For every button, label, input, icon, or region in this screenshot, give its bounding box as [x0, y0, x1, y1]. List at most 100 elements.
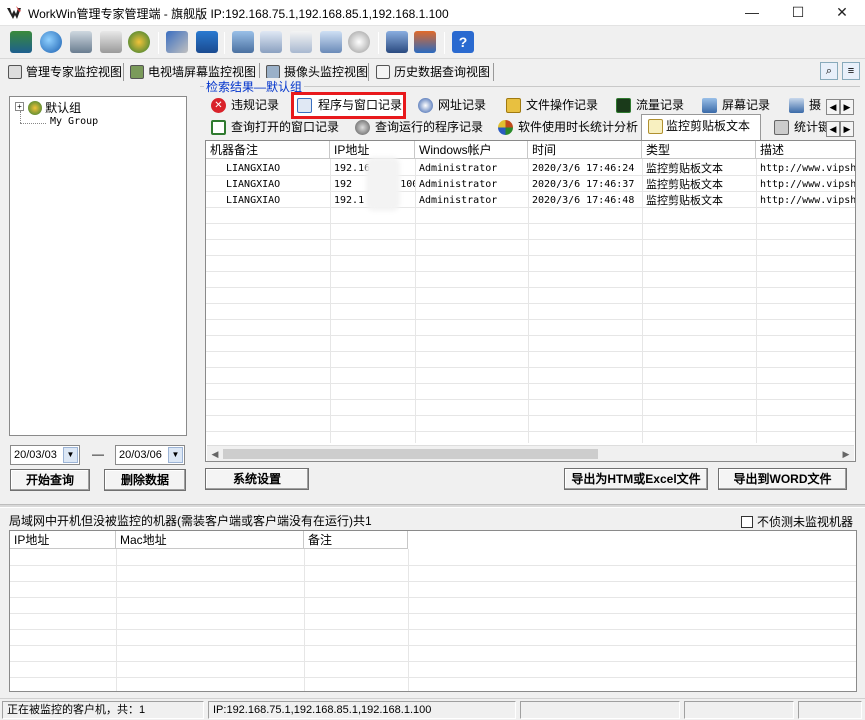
tab-keyboard-stats[interactable]: 统计键: [770, 117, 826, 139]
view-tab-monitor[interactable]: 管理专家监控视图: [6, 62, 122, 82]
column-header[interactable]: Windows帐户: [415, 141, 528, 159]
close-button[interactable]: ✕: [819, 0, 865, 26]
tab-label: 程序与窗口记录: [318, 98, 403, 112]
users-icon[interactable]: [128, 31, 150, 53]
tab-scroll-right-icon[interactable]: ▶: [840, 99, 854, 115]
table-cell[interactable]: Administrator: [415, 193, 528, 209]
grid-line: [10, 597, 856, 598]
grid-line: [10, 645, 856, 646]
monitor-icon[interactable]: [232, 31, 254, 53]
table-cell[interactable]: 监控剪贴板文本: [642, 177, 756, 193]
violation-icon: ✕: [211, 98, 226, 113]
delete-data-button[interactable]: 删除数据: [104, 469, 186, 491]
expand-toggle[interactable]: +: [15, 102, 24, 111]
table-cell[interactable]: LIANGXIAO: [222, 177, 330, 193]
software-time-icon: [498, 120, 513, 135]
table-cell[interactable]: http://www.vipshe: [756, 193, 855, 209]
table-cell[interactable]: Administrator: [415, 177, 528, 193]
date-to-value: 20/03/06: [119, 449, 162, 461]
scroll-right-icon[interactable]: ▶: [838, 446, 854, 461]
tree-item-default-group[interactable]: 默认组: [28, 99, 81, 116]
camera-record-icon: [789, 98, 804, 113]
checkbox-label: 不侦测未监视机器: [757, 515, 854, 529]
no-detect-checkbox[interactable]: 不侦测未监视机器: [741, 513, 853, 530]
table-cell[interactable]: 2020/3/6 17:46:24: [528, 161, 642, 177]
table-cell[interactable]: http://www.vipshe: [756, 161, 855, 177]
toolbar-separator: [158, 32, 159, 54]
open-window-icon: [211, 120, 226, 135]
table-cell[interactable]: 2020/3/6 17:46:37: [528, 177, 642, 193]
tab-camera-records[interactable]: 摄: [785, 95, 825, 117]
column-header[interactable]: 时间: [528, 141, 642, 159]
group-icon: [28, 101, 42, 115]
column-header[interactable]: 类型: [642, 141, 756, 159]
tree-item-my-group[interactable]: My Group: [50, 116, 98, 127]
grid-line: [206, 431, 855, 432]
view-tab-label: 历史数据查询视图: [394, 65, 491, 79]
tab-scroll-right-icon[interactable]: ▶: [840, 121, 854, 137]
table-cell[interactable]: 2020/3/6 17:46:48: [528, 193, 642, 209]
tab-open-window-query[interactable]: 查询打开的窗口记录: [207, 117, 339, 139]
export-htm-excel-button[interactable]: 导出为HTM或Excel文件: [564, 468, 708, 490]
help-icon[interactable]: ?: [452, 31, 474, 53]
system-settings-button[interactable]: 系统设置: [205, 468, 309, 490]
list-icon[interactable]: ≡: [842, 62, 860, 80]
disc-icon[interactable]: [348, 31, 370, 53]
date-to-picker[interactable]: 20/03/06 ▼: [115, 445, 185, 465]
toolbar-separator: [444, 32, 445, 54]
scroll-left-icon[interactable]: ◀: [207, 446, 223, 461]
tab-run-program-query[interactable]: 查询运行的程序记录: [351, 117, 483, 139]
splitter[interactable]: [0, 504, 865, 508]
grid-line: [206, 271, 855, 272]
tab-scroll-left-icon[interactable]: ◀: [826, 99, 840, 115]
table-cell[interactable]: 监控剪贴板文本: [642, 161, 756, 177]
tools-icon[interactable]: [166, 31, 188, 53]
camera-settings-icon[interactable]: [70, 31, 92, 53]
column-header[interactable]: 备注: [304, 531, 408, 549]
tab-url-records[interactable]: 网址记录: [414, 95, 486, 117]
tab-clipboard-monitor[interactable]: 监控剪贴板文本: [641, 114, 761, 142]
unmonitored-title: 局域网中开机但没被监控的机器(需装客户端或客户端没有在运行)共1: [9, 514, 372, 528]
table-cell[interactable]: 监控剪贴板文本: [642, 193, 756, 209]
projector-icon[interactable]: [414, 31, 436, 53]
column-header[interactable]: 描述: [756, 141, 855, 159]
column-header[interactable]: Mac地址: [116, 531, 304, 549]
title-bar: WorkWin管理专家管理端 - 旗舰版 IP:192.168.75.1,192…: [0, 0, 865, 26]
email-icon[interactable]: [260, 31, 282, 53]
tab-scroll-left-icon[interactable]: ◀: [826, 121, 840, 137]
tag-icon[interactable]: [196, 31, 218, 53]
start-query-button[interactable]: 开始查询: [10, 469, 90, 491]
date-from-picker[interactable]: 20/03/03 ▼: [10, 445, 80, 465]
tab-software-time-stats[interactable]: 软件使用时长统计分析: [494, 117, 638, 139]
chart-icon[interactable]: [100, 31, 122, 53]
view-tab-history[interactable]: 历史数据查询视图: [374, 62, 490, 82]
table-cell[interactable]: LIANGXIAO: [222, 161, 330, 177]
tab-separator: [123, 63, 124, 81]
column-header[interactable]: IP地址: [10, 531, 116, 549]
chevron-down-icon[interactable]: ▼: [168, 447, 183, 463]
copy-icon[interactable]: [320, 31, 342, 53]
checkbox-box[interactable]: [741, 516, 753, 528]
grid-line: [206, 367, 855, 368]
chevron-down-icon[interactable]: ▼: [63, 447, 78, 463]
tab-program-window-records[interactable]: 程序与窗口记录: [291, 92, 406, 119]
column-header[interactable]: 机器备注: [206, 141, 330, 159]
horizontal-scrollbar[interactable]: ◀ ▶: [207, 445, 854, 461]
export-word-button[interactable]: 导出到WORD文件: [718, 468, 847, 490]
maximize-button[interactable]: ☐: [775, 0, 821, 26]
table-cell[interactable]: LIANGXIAO: [222, 193, 330, 209]
table-cell[interactable]: http://www.vipshe: [756, 177, 855, 193]
status-bar: 正在被监控的客户机，共：1 IP:192.168.75.1,192.168.85…: [0, 698, 865, 720]
books-icon[interactable]: [10, 31, 32, 53]
minimize-button[interactable]: —: [729, 0, 775, 26]
grid-line: [116, 549, 117, 691]
search-icon[interactable]: ⌕: [820, 62, 838, 80]
tab-violation-records[interactable]: ✕ 违规记录: [207, 95, 279, 117]
tab-file-operation-records[interactable]: 文件操作记录: [502, 95, 598, 117]
globe-icon[interactable]: [40, 31, 62, 53]
scrollbar-thumb[interactable]: [223, 449, 598, 459]
document-icon[interactable]: [290, 31, 312, 53]
table-cell[interactable]: Administrator: [415, 161, 528, 177]
tree-line: [20, 123, 46, 124]
notebook-icon[interactable]: [386, 31, 408, 53]
